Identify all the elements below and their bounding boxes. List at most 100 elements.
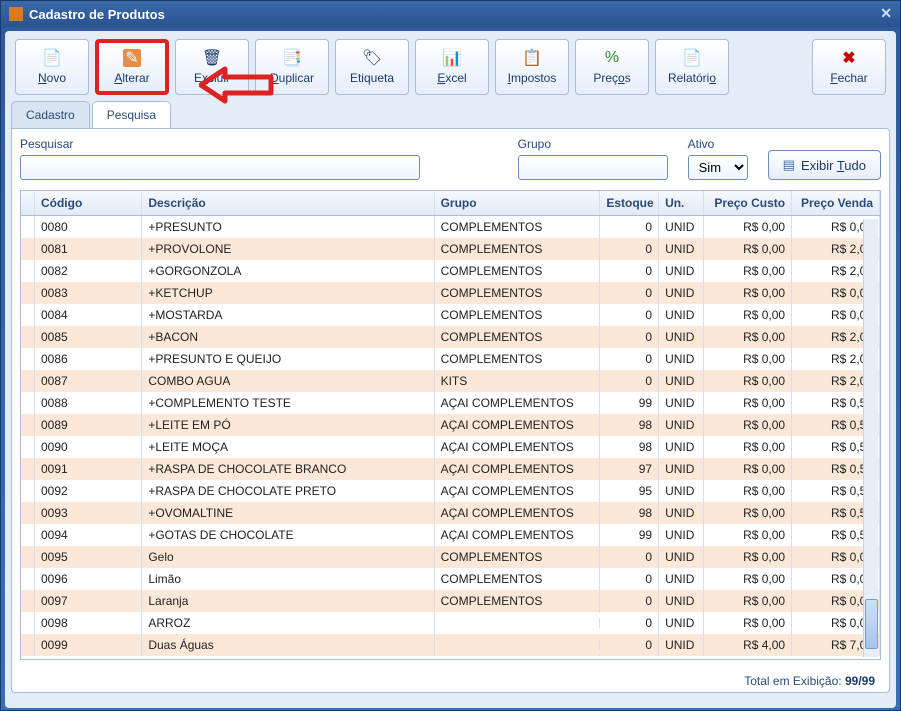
cell-codigo: 0093 [35, 501, 142, 525]
cell-preco-custo: R$ 0,00 [704, 567, 792, 591]
table-row[interactable]: ▶0080+PRESUNTOCOMPLEMENTOS0UNIDR$ 0,00R$… [21, 216, 880, 238]
novo-button[interactable]: 📄 Novo [15, 39, 89, 95]
table-row[interactable]: ▶0098ARROZ0UNIDR$ 0,00R$ 0,00 [21, 612, 880, 634]
table-row[interactable]: ▶0091+RASPA DE CHOCOLATE BRANCOAÇAI COMP… [21, 458, 880, 480]
col-preco-venda[interactable]: Preço Venda [792, 191, 880, 215]
cell-descricao: Limão [142, 567, 434, 591]
table-row[interactable]: ▶0085+BACONCOMPLEMENTOS0UNIDR$ 0,00R$ 2,… [21, 326, 880, 348]
table-row[interactable]: ▶0092+RASPA DE CHOCOLATE PRETOAÇAI COMPL… [21, 480, 880, 502]
col-codigo[interactable]: Código [35, 191, 142, 215]
status-value: 99/99 [845, 674, 875, 688]
scrollbar[interactable] [863, 219, 878, 657]
relatorio-button[interactable]: 📄 Relatório [655, 39, 729, 95]
alterar-button[interactable]: ✎ Alterar [95, 39, 169, 95]
row-marker-icon: ▶ [21, 325, 35, 349]
cell-un: UNID [659, 457, 704, 481]
cell-estoque: 98 [600, 413, 659, 437]
alterar-label: lterar [122, 71, 149, 85]
col-preco-custo[interactable]: Preço Custo [704, 191, 792, 215]
scroll-thumb[interactable] [865, 599, 878, 649]
table-row[interactable]: ▶0081+PROVOLONECOMPLEMENTOS0UNIDR$ 0,00R… [21, 238, 880, 260]
cell-descricao: +KETCHUP [142, 281, 434, 305]
excel-label: xcel [445, 71, 466, 85]
fechar-button[interactable]: ✖ Fechar [812, 39, 886, 95]
precos-button[interactable]: % Preços [575, 39, 649, 95]
row-marker-icon: ▶ [21, 523, 35, 547]
cell-preco-custo: R$ 0,00 [704, 655, 792, 656]
cell-un: UNID [659, 216, 704, 239]
col-estoque[interactable]: Estoque [600, 191, 659, 215]
table-row[interactable]: ▶0087COMBO AGUAKITS0UNIDR$ 0,00R$ 2,00 [21, 370, 880, 392]
cell-preco-custo: R$ 0,00 [704, 479, 792, 503]
cell-codigo: 0081 [35, 237, 142, 261]
etiqueta-button[interactable]: 🏷 Etiqueta [335, 39, 409, 95]
table-row[interactable]: ▶0099Duas Águas0UNIDR$ 4,00R$ 7,00 [21, 634, 880, 656]
cell-grupo: COMPLEMENTOS [435, 325, 601, 349]
label-icon: 🏷 [363, 49, 381, 67]
cell-codigo: 0091 [35, 457, 142, 481]
ativo-select[interactable]: Sim [688, 155, 748, 180]
cell-un: UNID [659, 545, 704, 569]
cell-un: UNID [659, 611, 704, 635]
table-row[interactable]: ▶0095GeloCOMPLEMENTOS0UNIDR$ 0,00R$ 0,00 [21, 546, 880, 568]
table-row[interactable]: ▶0082+GORGONZOLACOMPLEMENTOS0UNIDR$ 0,00… [21, 260, 880, 282]
table-row[interactable]: ▶0089+LEITE EM PÓAÇAI COMPLEMENTOS98UNID… [21, 414, 880, 436]
cell-grupo: AÇAI COMPLEMENTOS [435, 391, 601, 415]
table-row[interactable]: ▶0088+COMPLEMENTO TESTEAÇAI COMPLEMENTOS… [21, 392, 880, 414]
impostos-button[interactable]: 📋 Impostos [495, 39, 569, 95]
cell-descricao: +GOTAS DE CHOCOLATE [142, 523, 434, 547]
cell-codigo: 0086 [35, 347, 142, 371]
row-marker-icon: ▶ [21, 501, 35, 525]
cell-estoque: 0 [600, 655, 659, 656]
cell-preco-custo: R$ 0,00 [704, 303, 792, 327]
cell-estoque: 0 [600, 369, 659, 393]
cell-un: UNID [659, 391, 704, 415]
cell-un: UNID [659, 523, 704, 547]
table-row[interactable]: ▶0093+OVOMALTINEAÇAI COMPLEMENTOS98UNIDR… [21, 502, 880, 524]
row-marker-icon: ▶ [21, 259, 35, 283]
table-row[interactable]: ▶0096LimãoCOMPLEMENTOS0UNIDR$ 0,00R$ 0,0… [21, 568, 880, 590]
grid-body[interactable]: ▶0080+PRESUNTOCOMPLEMENTOS0UNIDR$ 0,00R$… [21, 216, 880, 656]
tabs: Cadastro Pesquisa [11, 101, 890, 128]
cell-estoque: 0 [600, 216, 659, 239]
tab-pesquisa[interactable]: Pesquisa [92, 101, 171, 128]
cell-codigo: 0085 [35, 325, 142, 349]
table-row[interactable]: ▶0090+LEITE MOÇAAÇAI COMPLEMENTOS98UNIDR… [21, 436, 880, 458]
table-row[interactable]: ▶0094+GOTAS DE CHOCOLATEAÇAI COMPLEMENTO… [21, 524, 880, 546]
cell-codigo: 0082 [35, 259, 142, 283]
cell-preco-custo: R$ 0,00 [704, 259, 792, 283]
excel-icon: 📊 [443, 49, 461, 67]
cell-un: UNID [659, 303, 704, 327]
cell-codigo: 0088 [35, 391, 142, 415]
filter-row: Pesquisar Grupo Ativo Sim ▤ Exibir Tudo [20, 137, 881, 180]
cell-descricao: +PRESUNTO [142, 216, 434, 239]
col-un[interactable]: Un. [659, 191, 704, 215]
cell-estoque: 0 [600, 611, 659, 635]
pesquisar-input[interactable] [20, 155, 420, 180]
exibir-tudo-button[interactable]: ▤ Exibir Tudo [768, 150, 881, 180]
cell-un: UNID [659, 325, 704, 349]
table-row[interactable]: ▶0084+MOSTARDACOMPLEMENTOS0UNIDR$ 0,00R$… [21, 304, 880, 326]
excluir-button[interactable]: 🗑 Excluir [175, 39, 249, 95]
close-icon[interactable]: ✕ [880, 5, 892, 22]
tab-cadastro[interactable]: Cadastro [11, 101, 90, 128]
table-row[interactable]: ▶0097LaranjaCOMPLEMENTOS0UNIDR$ 0,00R$ 0… [21, 590, 880, 612]
duplicar-button[interactable]: 📑 Duplicar [255, 39, 329, 95]
excel-button[interactable]: 📊 Excel [415, 39, 489, 95]
table-row[interactable]: ▶0083+KETCHUPCOMPLEMENTOS0UNIDR$ 0,00R$ … [21, 282, 880, 304]
precos-label: s [625, 71, 631, 85]
row-marker-icon: ▶ [21, 216, 35, 239]
edit-icon: ✎ [123, 49, 141, 67]
cell-grupo: AÇAI COMPLEMENTOS [435, 523, 601, 547]
cell-un: UNID [659, 259, 704, 283]
cell-codigo: 0092 [35, 479, 142, 503]
col-grupo[interactable]: Grupo [435, 191, 601, 215]
col-descricao[interactable]: Descrição [142, 191, 434, 215]
novo-label: ovo [47, 71, 66, 85]
grupo-input[interactable] [518, 155, 668, 180]
cell-grupo: PIZZAS [435, 655, 601, 656]
table-row[interactable]: ▶0086+PRESUNTO E QUEIJOCOMPLEMENTOS0UNID… [21, 348, 880, 370]
cell-descricao: +OVOMALTINE [142, 501, 434, 525]
cell-codigo: 0090 [35, 435, 142, 459]
cell-descricao: +PROVOLONE [142, 237, 434, 261]
